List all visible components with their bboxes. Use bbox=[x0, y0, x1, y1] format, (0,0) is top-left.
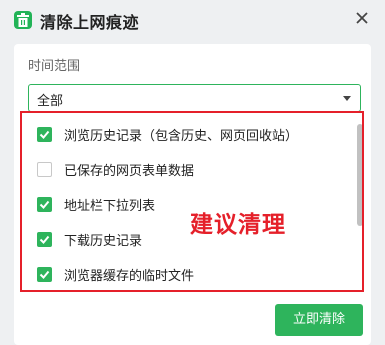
scrollbar-thumb[interactable] bbox=[357, 124, 363, 226]
clear-items-list: 浏览历史记录（包含历史、网页回收站） 已保存的网页表单数据 地址栏下拉列表 下载… bbox=[28, 112, 361, 292]
annotation-text: 建议清理 bbox=[190, 212, 286, 238]
time-range-select[interactable]: 全部 bbox=[28, 84, 361, 112]
item-download-history[interactable]: 下载历史记录 bbox=[28, 221, 348, 257]
item-cache-files[interactable]: 浏览器缓存的临时文件 bbox=[28, 256, 348, 292]
checkbox-checked-icon[interactable] bbox=[37, 232, 52, 247]
title-bar: 清除上网痕迹 bbox=[0, 0, 385, 40]
item-label: 浏览历史记录（包含历史、网页回收站） bbox=[64, 129, 299, 144]
checkbox-unchecked-icon[interactable] bbox=[37, 162, 52, 177]
time-range-label: 时间范围 bbox=[28, 59, 81, 74]
item-browsing-history[interactable]: 浏览历史记录（包含历史、网页回收站） bbox=[28, 116, 348, 152]
scrollbar[interactable] bbox=[357, 124, 365, 296]
trash-bin-icon bbox=[14, 11, 32, 29]
item-label: 浏览器缓存的临时文件 bbox=[64, 269, 195, 284]
checkbox-checked-icon[interactable] bbox=[37, 197, 52, 212]
checkbox-checked-icon[interactable] bbox=[37, 267, 52, 282]
item-address-bar-list[interactable]: 地址栏下拉列表 bbox=[28, 186, 348, 222]
time-range-value: 全部 bbox=[37, 94, 64, 109]
window-title: 清除上网痕迹 bbox=[40, 13, 140, 32]
item-label: 下载历史记录 bbox=[64, 234, 143, 249]
close-icon[interactable] bbox=[353, 9, 371, 27]
item-form-data[interactable]: 已保存的网页表单数据 bbox=[28, 151, 348, 187]
item-label: 已保存的网页表单数据 bbox=[64, 164, 195, 179]
chevron-down-icon bbox=[343, 96, 351, 101]
content-panel: 时间范围 全部 浏览历史记录（包含历史、网页回收站） 已保存的网页表单数据 地址… bbox=[14, 44, 371, 345]
item-label: 地址栏下拉列表 bbox=[64, 199, 156, 214]
clear-now-button[interactable]: 立即清除 bbox=[275, 304, 363, 336]
checkbox-checked-icon[interactable] bbox=[37, 127, 52, 142]
